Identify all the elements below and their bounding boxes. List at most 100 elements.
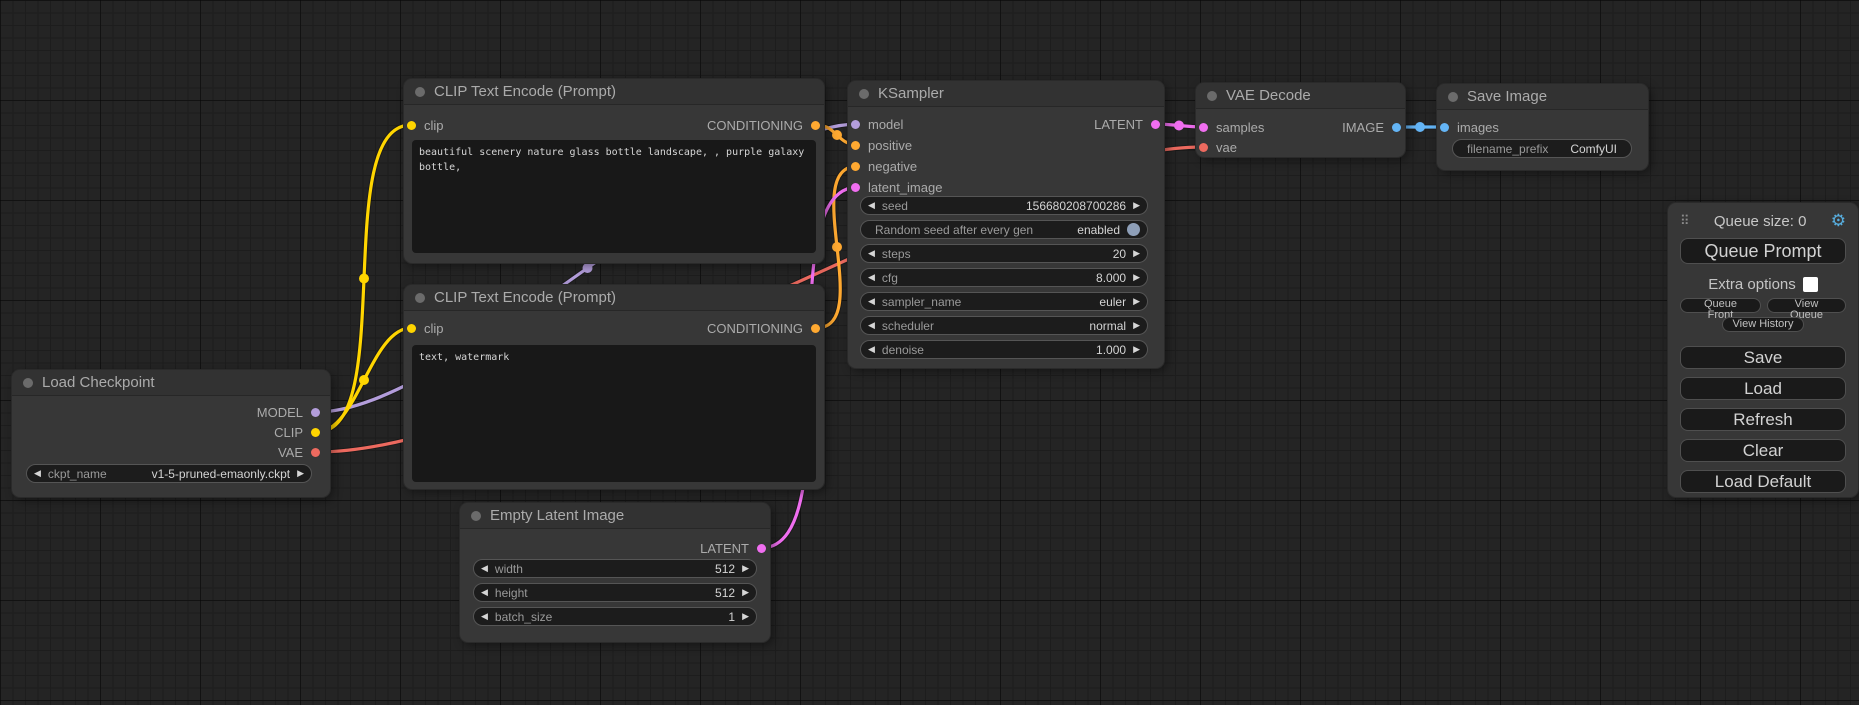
decrement-arrow-icon[interactable]: ◀	[481, 564, 488, 573]
node-title-bar[interactable]: Load Checkpoint	[12, 370, 330, 396]
image-slot-icon[interactable]	[1440, 123, 1449, 132]
input-slot-latent-image[interactable]: latent_image	[851, 178, 942, 196]
decrement-arrow-icon[interactable]: ◀	[481, 612, 488, 621]
node-clip-text-encode-negative[interactable]: CLIP Text Encode (Prompt) clip CONDITION…	[404, 285, 824, 489]
decrement-arrow-icon[interactable]: ◀	[868, 297, 875, 306]
output-slot-image[interactable]: IMAGE	[1342, 118, 1401, 136]
input-slot-samples[interactable]: samples	[1199, 118, 1264, 136]
queue-prompt-button[interactable]: Queue Prompt	[1680, 238, 1846, 264]
node-title-bar[interactable]: Empty Latent Image	[460, 503, 770, 529]
decrement-arrow-icon[interactable]: ◀	[868, 321, 875, 330]
collapse-dot-icon[interactable]	[1207, 91, 1217, 101]
node-save-image[interactable]: Save Image images filename_prefix ComfyU…	[1437, 84, 1648, 170]
clip-slot-icon[interactable]	[311, 428, 320, 437]
latent-slot-icon[interactable]	[1151, 120, 1160, 129]
collapse-dot-icon[interactable]	[471, 511, 481, 521]
increment-arrow-icon[interactable]: ▶	[1133, 321, 1140, 330]
increment-arrow-icon[interactable]: ▶	[1133, 273, 1140, 282]
input-slot-vae[interactable]: vae	[1199, 138, 1237, 156]
output-slot-clip[interactable]: CLIP	[274, 423, 320, 441]
extra-options-checkbox[interactable]	[1803, 277, 1818, 292]
increment-arrow-icon[interactable]: ▶	[1133, 249, 1140, 258]
height-widget[interactable]: ◀ height 512 ▶	[473, 583, 757, 602]
clear-button[interactable]: Clear	[1680, 439, 1846, 462]
output-slot-conditioning[interactable]: CONDITIONING	[707, 319, 820, 337]
ckpt-name-widget[interactable]: ◀ ckpt_name v1-5-pruned-emaonly.ckpt ▶	[26, 464, 312, 483]
increment-arrow-icon[interactable]: ▶	[1133, 345, 1140, 354]
image-slot-icon[interactable]	[1392, 123, 1401, 132]
input-slot-negative[interactable]: negative	[851, 157, 917, 175]
node-ksampler[interactable]: KSampler model positive negative latent_…	[848, 81, 1164, 368]
toggle-enabled-icon[interactable]	[1127, 223, 1140, 236]
width-widget[interactable]: ◀ width 512 ▶	[473, 559, 757, 578]
steps-widget[interactable]: ◀ steps 20 ▶	[860, 244, 1148, 263]
collapse-dot-icon[interactable]	[23, 378, 33, 388]
output-slot-vae[interactable]: VAE	[278, 443, 320, 461]
refresh-button[interactable]: Refresh	[1680, 408, 1846, 431]
node-graph-canvas[interactable]: Load Checkpoint MODEL CLIP VAE ◀ ckpt_na…	[0, 0, 1859, 705]
decrement-arrow-icon[interactable]: ◀	[868, 201, 875, 210]
gear-icon[interactable]: ⚙	[1831, 211, 1846, 231]
batch-size-widget[interactable]: ◀ batch_size 1 ▶	[473, 607, 757, 626]
negative-prompt-textarea[interactable]: text, watermark	[412, 345, 816, 482]
scheduler-widget[interactable]: ◀ scheduler normal ▶	[860, 316, 1148, 335]
input-slot-clip[interactable]: clip	[407, 319, 444, 337]
node-title-bar[interactable]: KSampler	[848, 81, 1164, 107]
clip-slot-icon[interactable]	[407, 324, 416, 333]
decrement-arrow-icon[interactable]: ◀	[481, 588, 488, 597]
random-seed-toggle-widget[interactable]: Random seed after every gen enabled	[860, 220, 1148, 239]
increment-arrow-icon[interactable]: ▶	[742, 612, 749, 621]
queue-front-button[interactable]: Queue Front	[1680, 298, 1761, 313]
decrement-arrow-icon[interactable]: ◀	[868, 345, 875, 354]
vae-slot-icon[interactable]	[1199, 143, 1208, 152]
vae-slot-icon[interactable]	[311, 448, 320, 457]
seed-widget[interactable]: ◀ seed 156680208700286 ▶	[860, 196, 1148, 215]
increment-arrow-icon[interactable]: ▶	[742, 588, 749, 597]
load-button[interactable]: Load	[1680, 377, 1846, 400]
node-title-bar[interactable]: CLIP Text Encode (Prompt)	[404, 79, 824, 105]
save-button[interactable]: Save	[1680, 346, 1846, 369]
input-slot-clip[interactable]: clip	[407, 116, 444, 134]
node-empty-latent-image[interactable]: Empty Latent Image LATENT ◀ width 512 ▶ …	[460, 503, 770, 642]
conditioning-slot-icon[interactable]	[851, 141, 860, 150]
latent-slot-icon[interactable]	[851, 183, 860, 192]
collapse-dot-icon[interactable]	[415, 293, 425, 303]
node-title-bar[interactable]: CLIP Text Encode (Prompt)	[404, 285, 824, 311]
output-slot-latent[interactable]: LATENT	[700, 539, 766, 557]
output-slot-conditioning[interactable]: CONDITIONING	[707, 116, 820, 134]
load-default-button[interactable]: Load Default	[1680, 470, 1846, 493]
conditioning-slot-icon[interactable]	[811, 121, 820, 130]
latent-slot-icon[interactable]	[1199, 123, 1208, 132]
conditioning-slot-icon[interactable]	[851, 162, 860, 171]
clip-slot-icon[interactable]	[407, 121, 416, 130]
increment-arrow-icon[interactable]: ▶	[1133, 297, 1140, 306]
positive-prompt-textarea[interactable]: beautiful scenery nature glass bottle la…	[412, 140, 816, 253]
increment-arrow-icon[interactable]: ▶	[1133, 201, 1140, 210]
conditioning-slot-icon[interactable]	[811, 324, 820, 333]
input-slot-positive[interactable]: positive	[851, 136, 912, 154]
sampler-name-widget[interactable]: ◀ sampler_name euler ▶	[860, 292, 1148, 311]
decrement-arrow-icon[interactable]: ◀	[34, 469, 41, 478]
increment-arrow-icon[interactable]: ▶	[742, 564, 749, 573]
node-vae-decode[interactable]: VAE Decode samples vae IMAGE	[1196, 83, 1405, 157]
collapse-dot-icon[interactable]	[1448, 92, 1458, 102]
decrement-arrow-icon[interactable]: ◀	[868, 249, 875, 258]
node-title-bar[interactable]: VAE Decode	[1196, 83, 1405, 109]
increment-arrow-icon[interactable]: ▶	[297, 469, 304, 478]
input-slot-images[interactable]: images	[1440, 118, 1499, 136]
decrement-arrow-icon[interactable]: ◀	[868, 273, 875, 282]
output-slot-latent[interactable]: LATENT	[1094, 115, 1160, 133]
view-history-button[interactable]: View History	[1722, 317, 1805, 332]
latent-slot-icon[interactable]	[757, 544, 766, 553]
view-queue-button[interactable]: View Queue	[1767, 298, 1846, 313]
cfg-widget[interactable]: ◀ cfg 8.000 ▶	[860, 268, 1148, 287]
filename-prefix-widget[interactable]: filename_prefix ComfyUI	[1452, 139, 1632, 158]
node-clip-text-encode-positive[interactable]: CLIP Text Encode (Prompt) clip CONDITION…	[404, 79, 824, 263]
drag-handle-icon[interactable]: ⠿	[1680, 213, 1690, 229]
collapse-dot-icon[interactable]	[859, 89, 869, 99]
node-title-bar[interactable]: Save Image	[1437, 84, 1648, 110]
collapse-dot-icon[interactable]	[415, 87, 425, 97]
model-slot-icon[interactable]	[311, 408, 320, 417]
output-slot-model[interactable]: MODEL	[257, 403, 320, 421]
model-slot-icon[interactable]	[851, 120, 860, 129]
